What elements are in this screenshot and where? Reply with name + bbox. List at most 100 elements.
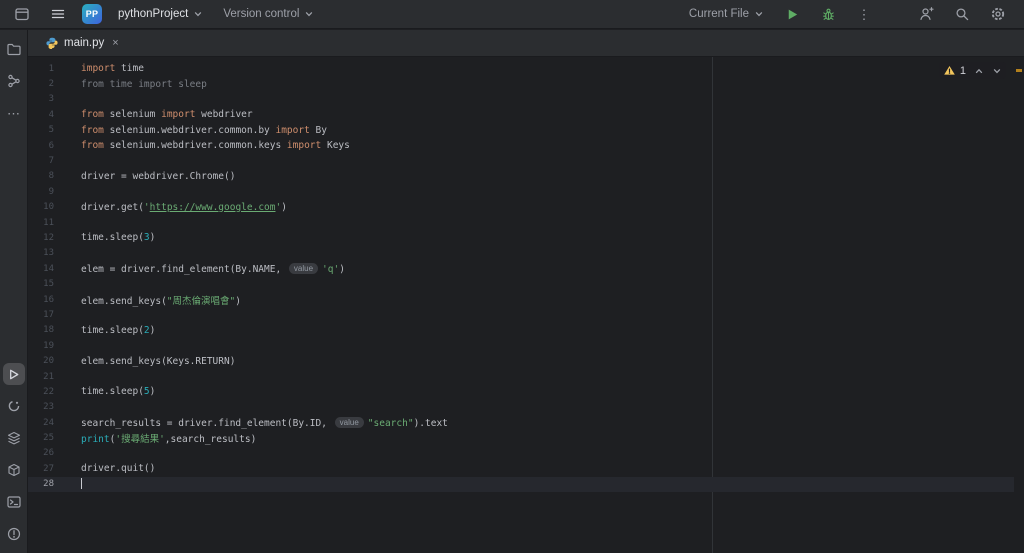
terminal-icon <box>6 496 21 508</box>
python-packages-tool-button[interactable] <box>3 459 25 481</box>
warning-count: 1 <box>959 64 966 77</box>
code-line[interactable]: 6 from selenium.webdriver.common.keys imp… <box>28 138 1014 153</box>
line-number[interactable]: 6 <box>28 141 54 151</box>
line-number[interactable]: 23 <box>28 402 54 412</box>
code-line[interactable]: 28 <box>28 476 1014 492</box>
warning-indicator[interactable]: 1 <box>943 64 966 77</box>
vcs-label: Version control <box>223 8 300 20</box>
project-tool-button[interactable] <box>3 38 25 60</box>
code-text: driver = webdriver.Chrome() <box>81 171 235 182</box>
code-line[interactable]: 23 <box>28 400 1014 415</box>
line-number[interactable]: 20 <box>28 356 54 366</box>
line-number[interactable]: 21 <box>28 372 54 382</box>
run-button[interactable] <box>780 2 804 26</box>
code-token: elem = driver.find_element(By.NAME, <box>81 263 287 275</box>
code-token: selenium.webdriver.common.by <box>103 124 276 136</box>
line-number[interactable]: 27 <box>28 464 54 474</box>
editor-scrollbar[interactable] <box>1014 57 1024 553</box>
package-cube-icon <box>7 463 20 477</box>
code-line[interactable]: 5 from selenium.webdriver.common.by impor… <box>28 123 1014 138</box>
line-number[interactable]: 3 <box>28 94 54 104</box>
code-line[interactable]: 11 <box>28 215 1014 230</box>
structure-tool-button[interactable] <box>3 70 25 92</box>
code-line[interactable]: 4 from selenium import webdriver <box>28 107 1014 122</box>
code-line[interactable]: 24 search_results = driver.find_element(B… <box>28 415 1014 430</box>
line-number[interactable]: 26 <box>28 448 54 458</box>
line-number[interactable]: 28 <box>28 479 54 489</box>
main-menu-button[interactable] <box>46 2 70 26</box>
problems-icon <box>7 527 20 541</box>
code-text: elem = driver.find_element(By.NAME, valu… <box>81 262 345 275</box>
code-line[interactable]: 1 import time <box>28 61 1014 76</box>
code-line[interactable]: 21 <box>28 369 1014 384</box>
more-actions-button[interactable]: ⋮ <box>852 2 876 26</box>
run-configuration-selector[interactable]: Current File <box>685 2 768 26</box>
code-line[interactable]: 3 <box>28 92 1014 107</box>
project-name-label: pythonProject <box>118 8 189 20</box>
search-everywhere-button[interactable] <box>950 2 974 26</box>
python-console-tool-button[interactable] <box>3 395 25 417</box>
line-number[interactable]: 8 <box>28 171 54 181</box>
code-line[interactable]: 14 elem = driver.find_element(By.NAME, va… <box>28 261 1014 276</box>
code-line[interactable]: 16 elem.send_keys("周杰倫演唱會") <box>28 292 1014 307</box>
code-line[interactable]: 25 print('搜尋結果',search_results) <box>28 430 1014 445</box>
settings-button[interactable] <box>986 2 1010 26</box>
code-line[interactable]: 22 time.sleep(5) <box>28 384 1014 399</box>
editor[interactable]: 1 import time 2 from time import sleep 3 4 fro… <box>28 57 1024 553</box>
code-line[interactable]: 26 <box>28 446 1014 461</box>
app-window-icon <box>15 8 29 21</box>
line-number[interactable]: 25 <box>28 433 54 443</box>
vcs-widget[interactable]: Version control <box>219 2 318 26</box>
next-problem-button[interactable] <box>992 66 1002 76</box>
line-number[interactable]: 2 <box>28 79 54 89</box>
line-number[interactable]: 7 <box>28 156 54 166</box>
code-line[interactable]: 17 <box>28 307 1014 322</box>
line-number[interactable]: 14 <box>28 264 54 274</box>
prev-problem-button[interactable] <box>974 66 984 76</box>
line-number[interactable]: 17 <box>28 310 54 320</box>
app-window-button[interactable] <box>10 2 34 26</box>
line-number[interactable]: 11 <box>28 218 54 228</box>
line-number[interactable]: 19 <box>28 341 54 351</box>
project-selector[interactable]: pythonProject <box>114 2 207 26</box>
code-line[interactable]: 27 driver.quit() <box>28 461 1014 476</box>
line-number[interactable]: 15 <box>28 279 54 289</box>
line-number[interactable]: 9 <box>28 187 54 197</box>
code-with-me-button[interactable] <box>914 2 938 26</box>
code-token: "周杰倫演唱會" <box>166 295 236 307</box>
run-tool-button[interactable] <box>2 363 25 385</box>
line-number[interactable]: 16 <box>28 295 54 305</box>
line-number[interactable]: 24 <box>28 418 54 428</box>
code-token: import <box>275 124 310 136</box>
line-number[interactable]: 12 <box>28 233 54 243</box>
code-line[interactable]: 13 <box>28 246 1014 261</box>
services-tool-button[interactable] <box>3 427 25 449</box>
code-line[interactable]: 9 <box>28 184 1014 199</box>
python-file-icon <box>46 37 58 49</box>
code-line[interactable]: 18 time.sleep(2) <box>28 323 1014 338</box>
line-number[interactable]: 1 <box>28 64 54 74</box>
code-line[interactable]: 7 <box>28 153 1014 168</box>
problems-tool-button[interactable] <box>3 523 25 545</box>
line-number[interactable]: 10 <box>28 202 54 212</box>
code-line[interactable]: 2 from time import sleep <box>28 76 1014 91</box>
line-number[interactable]: 18 <box>28 325 54 335</box>
code-text: from selenium import webdriver <box>81 109 253 120</box>
tab-main-py[interactable]: main.py × <box>36 30 129 56</box>
code-line[interactable]: 20 elem.send_keys(Keys.RETURN) <box>28 353 1014 368</box>
code-line[interactable]: 12 time.sleep(3) <box>28 230 1014 245</box>
code-line[interactable]: 19 <box>28 338 1014 353</box>
line-number[interactable]: 4 <box>28 110 54 120</box>
code-token: ) <box>149 232 156 244</box>
code-line[interactable]: 8 driver = webdriver.Chrome() <box>28 169 1014 184</box>
close-tab-icon[interactable]: × <box>112 37 118 49</box>
terminal-tool-button[interactable] <box>3 491 25 513</box>
line-number[interactable]: 22 <box>28 387 54 397</box>
code-line[interactable]: 10 driver.get('https://www.google.com') <box>28 200 1014 215</box>
run-play-icon <box>788 9 797 19</box>
code-line[interactable]: 15 <box>28 276 1014 291</box>
line-number[interactable]: 13 <box>28 248 54 258</box>
line-number[interactable]: 5 <box>28 125 54 135</box>
more-tool-windows-button[interactable]: ⋯ <box>3 102 25 124</box>
debug-button[interactable] <box>816 2 840 26</box>
